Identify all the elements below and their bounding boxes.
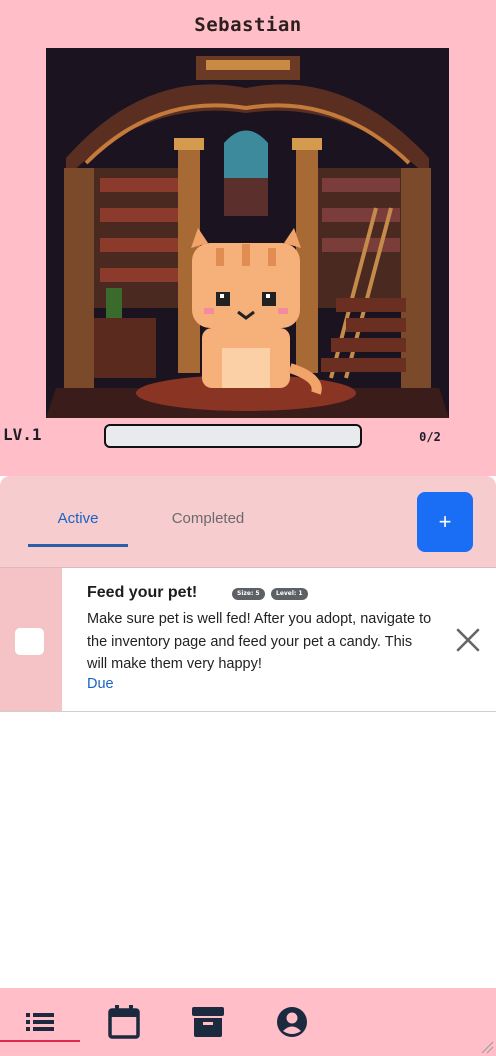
pet-header: Sebastian LV.1 0/2 (0, 0, 496, 476)
task-check-area (0, 568, 62, 711)
tab-completed[interactable]: Completed (160, 510, 256, 527)
nav-inventory[interactable] (178, 988, 238, 1056)
calendar-icon (108, 1005, 140, 1039)
close-icon (456, 628, 480, 652)
task-due: Due (87, 676, 114, 692)
level-label: LV.1 (3, 425, 42, 444)
nav-tasks[interactable] (0, 988, 80, 1056)
task-tabs: Active Completed + (0, 476, 496, 568)
nav-profile[interactable] (262, 988, 322, 1056)
size-badge: Size: 5 (232, 588, 265, 600)
list-icon (26, 1013, 54, 1031)
task-description: Make sure pet is well fed! After you ado… (87, 611, 432, 672)
task-title: Feed your pet! (87, 584, 198, 601)
nav-calendar[interactable] (94, 988, 154, 1056)
xp-progress-bar (104, 424, 362, 448)
account-icon (277, 1007, 307, 1037)
xp-count: 0/2 (419, 430, 441, 444)
task-card: Feed your pet! Size: 5 Level: 1 Make sur… (0, 568, 496, 712)
level-badge: Level: 1 (271, 588, 308, 600)
bottom-nav (0, 988, 496, 1056)
resize-grip-icon[interactable] (480, 1040, 494, 1054)
task-checkbox[interactable] (15, 628, 44, 655)
tab-active[interactable]: Active (28, 510, 128, 547)
pet-name: Sebastian (194, 14, 302, 36)
delete-task-button[interactable] (454, 626, 482, 654)
pet-image (46, 48, 449, 418)
archive-icon (192, 1007, 224, 1037)
add-task-button[interactable]: + (417, 492, 473, 552)
